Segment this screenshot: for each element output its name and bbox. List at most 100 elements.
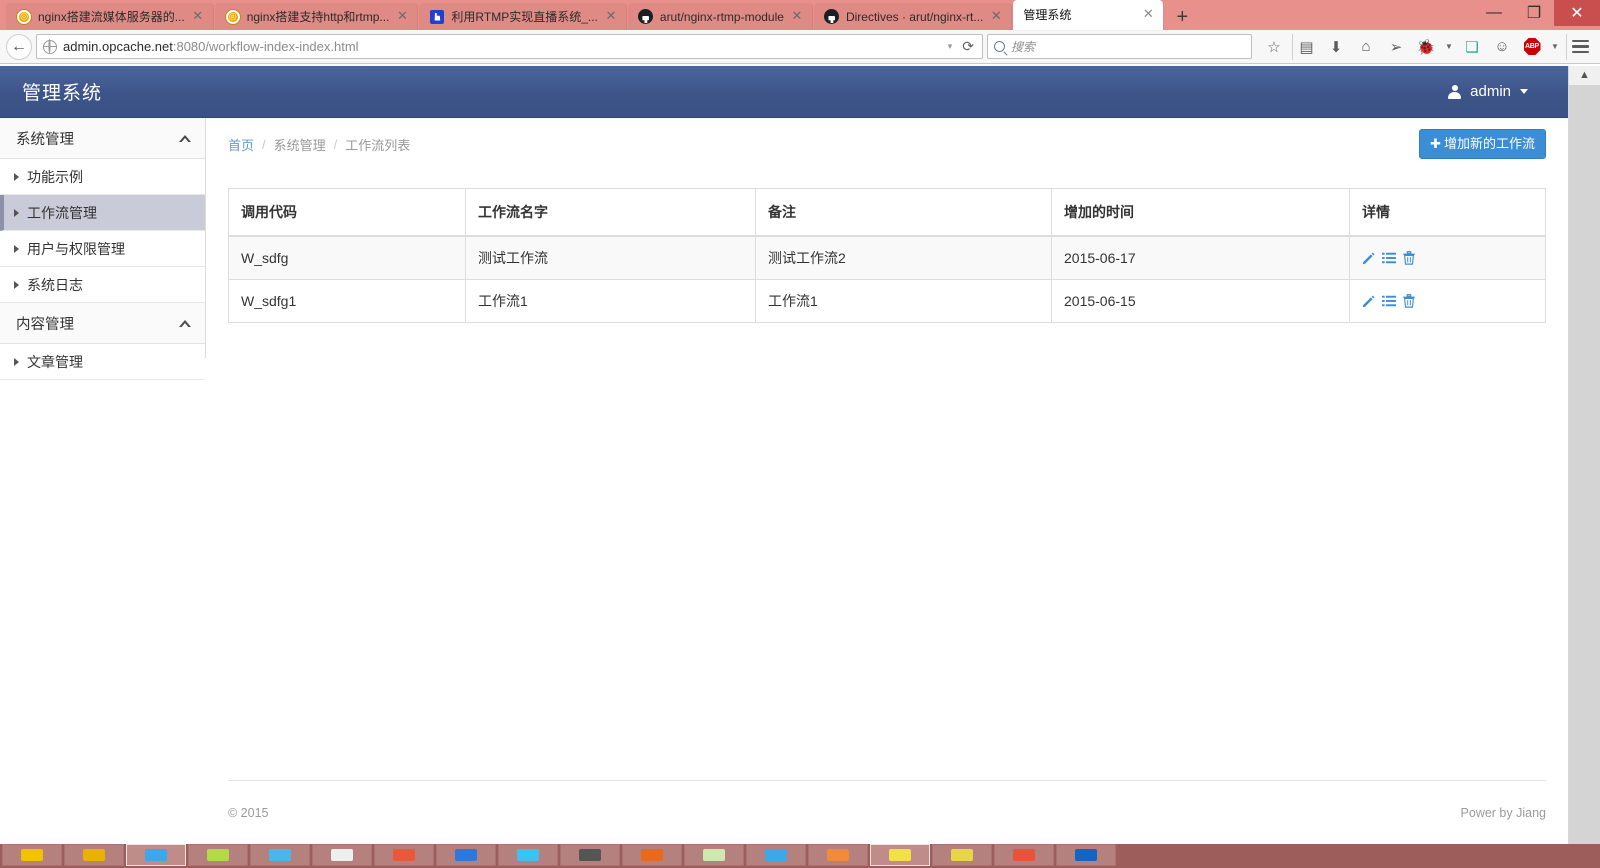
taskbar-item[interactable] [808,844,868,866]
new-tab-button[interactable]: + [1168,3,1196,30]
star-icon[interactable]: ☆ [1260,34,1288,60]
chevron-down-icon [1520,89,1528,94]
table-row[interactable]: W_sdfg1 工作流1 工作流1 2015-06-15 [228,279,1546,323]
close-icon[interactable]: ✕ [1141,8,1155,22]
sidebar: 系统管理 功能示例 工作流管理 用户与权限管理 系统日志 内容管理 文章管理 [0,118,206,380]
reload-icon[interactable]: ⟳ [962,38,976,55]
sidebar-item-label: 功能示例 [27,168,83,185]
taskbar-item[interactable] [746,844,806,866]
delete-icon[interactable] [1402,251,1416,265]
url-path: :8080/workflow-index-index.html [172,39,359,54]
sidebar-group-content[interactable]: 内容管理 [0,303,205,344]
breadcrumb-home[interactable]: 首页 [228,135,254,154]
browser-tab-3[interactable]: 利用RTMP实现直播系统_... ✕ [419,3,627,30]
scroll-up-icon[interactable]: ▲ [1579,69,1590,81]
close-icon[interactable]: ✕ [604,10,618,24]
sidebar-item-users-permissions[interactable]: 用户与权限管理 [0,231,205,267]
delete-icon[interactable] [1402,294,1416,308]
app-brand: 管理系统 [22,83,103,104]
browser-toolbar-icons: ☆ ▤ ⬇ ⌂ ➢ 🐞 ▼ ❏ ☺ ABP ▼ [1256,33,1594,60]
scrollbar-track[interactable] [1569,85,1600,844]
taskbar-item[interactable] [64,844,124,866]
dropdown-caret-icon[interactable]: ▼ [1442,42,1456,51]
sidebar-item-system-log[interactable]: 系统日志 [0,267,205,303]
download-icon[interactable]: ⬇ [1322,34,1350,60]
back-button[interactable]: ← [6,33,32,60]
cell-code: W_sdfg1 [228,279,466,323]
browser-tab-4[interactable]: arut/nginx-rtmp-module ✕ [627,3,813,30]
sidebar-group-system[interactable]: 系统管理 [0,118,205,159]
circle-icon: ◎ [16,9,32,25]
sidebar-group-label: 内容管理 [16,316,74,333]
browser-tab-1[interactable]: ◎ nginx搭建流媒体服务器的... ✕ [6,3,214,30]
sidebar-item-workflow[interactable]: 工作流管理 [0,195,205,231]
taskbar-item-active[interactable] [126,844,186,866]
taskbar-item[interactable] [684,844,744,866]
add-workflow-button[interactable]: ✚ 增加新的工作流 [1419,129,1546,159]
browser-navbar: ← admin.opcache.net:8080/workflow-index-… [0,30,1600,64]
bug-icon[interactable]: 🐞 [1412,34,1440,60]
url-host: admin.opcache.net [63,39,173,54]
taskbar-item[interactable] [498,844,558,866]
breadcrumb-separator: / [333,136,338,152]
main-content: 首页 / 系统管理 / 工作流列表 ✚ 增加新的工作流 调用代码 工作流名字 备… [206,118,1568,844]
puzzle-icon[interactable]: ❏ [1458,34,1486,60]
table-row[interactable]: W_sdfg 测试工作流 测试工作流2 2015-06-17 [228,235,1546,280]
caret-right-icon [14,244,19,253]
close-icon[interactable]: ✕ [989,10,1003,24]
cell-created: 2015-06-15 [1051,279,1350,323]
page-scrollbar[interactable]: ▲ [1568,66,1600,844]
sidebar-item-articles[interactable]: 文章管理 [0,344,205,380]
close-icon[interactable]: ✕ [790,10,804,24]
browser-tab-5[interactable]: Directives · arut/nginx-rt... ✕ [813,3,1013,30]
close-icon[interactable]: ✕ [191,10,205,24]
taskbar-item[interactable] [1056,844,1116,866]
sidebar-item-features[interactable]: 功能示例 [0,159,205,195]
detail-list-icon[interactable] [1382,294,1396,308]
taskbar-item[interactable] [374,844,434,866]
close-icon[interactable]: ✕ [395,10,409,24]
browser-tab-2[interactable]: ◎ nginx搭建支持http和rtmp... ✕ [214,3,419,30]
taskbar-item[interactable] [188,844,248,866]
cell-remark: 工作流1 [755,279,1052,323]
browser-tab-6-active[interactable]: 管理系统 ✕ [1013,0,1164,30]
taskbar-item[interactable] [870,844,930,866]
address-bar[interactable]: admin.opcache.net:8080/workflow-index-in… [36,34,983,59]
page-footer: © 2015 Power by Jiang [228,780,1546,844]
paper-plane-icon[interactable]: ➢ [1382,34,1410,60]
circle-icon: ◎ [225,9,241,25]
detail-list-icon[interactable] [1382,251,1396,265]
globe-icon [42,39,57,54]
reader-list-icon[interactable]: ▤ [1292,33,1320,60]
adblock-caret-icon[interactable]: ▼ [1548,42,1562,51]
adblock-icon[interactable]: ABP [1518,34,1546,60]
breadcrumb-section[interactable]: 系统管理 [274,135,326,154]
close-window-icon[interactable]: ✕ [1554,0,1600,26]
chevron-down-icon[interactable]: ▾ [944,41,957,52]
edit-icon[interactable] [1362,251,1376,265]
taskbar-item[interactable] [250,844,310,866]
taskbar-item[interactable] [622,844,682,866]
taskbar-item[interactable] [560,844,620,866]
user-menu[interactable]: admin [1448,83,1528,100]
minimize-icon[interactable]: — [1474,0,1514,26]
cell-created: 2015-06-17 [1051,235,1350,280]
smiley-icon[interactable]: ☺ [1488,34,1516,60]
caret-right-icon [14,280,19,289]
home-icon[interactable]: ⌂ [1352,34,1380,60]
taskbar-item[interactable] [994,844,1054,866]
sidebar-item-label: 用户与权限管理 [27,240,125,257]
taskbar-item[interactable] [932,844,992,866]
restore-icon[interactable]: ❐ [1514,0,1554,26]
search-input[interactable]: 搜索 [987,34,1252,59]
taskbar-item[interactable] [436,844,496,866]
chevron-up-icon [179,134,191,144]
cell-name: 测试工作流 [465,235,756,280]
taskbar-item[interactable] [2,844,62,866]
hamburger-menu-icon[interactable] [1566,33,1594,60]
edit-icon[interactable] [1362,294,1376,308]
breadcrumb-separator: / [262,136,266,152]
sidebar-group-label: 系统管理 [16,131,74,148]
taskbar-item[interactable] [312,844,372,866]
sidebar-item-label: 系统日志 [27,276,83,293]
